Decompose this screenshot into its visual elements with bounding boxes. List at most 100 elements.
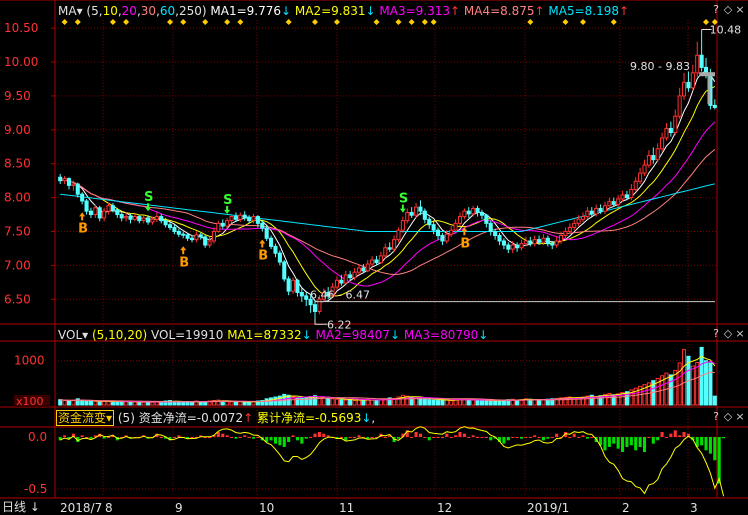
candle [668, 121, 673, 137]
chart-canvas[interactable]: 10.5010.009.509.008.508.007.507.006.5020… [0, 0, 748, 515]
period-label: 日线 [2, 500, 27, 514]
flow-bar [476, 437, 480, 438]
close-icon[interactable]: × [734, 409, 746, 425]
expand-icon[interactable]: ◇ [722, 409, 734, 425]
candle [348, 270, 353, 281]
vol-value: VOL=19910 [151, 328, 224, 342]
candle-body [242, 214, 247, 219]
range-low-label: 6.46 - 6.47 [310, 289, 370, 302]
volume-bar [537, 399, 542, 406]
candle [519, 239, 524, 251]
sell-signal-label: S [223, 193, 232, 208]
flow-indicator-selector[interactable]: 资金流变▾ [56, 410, 115, 426]
ma-indicator-selector[interactable]: MA▾ [58, 4, 83, 18]
candle-body [62, 178, 67, 182]
candle-body [457, 216, 463, 224]
candle-body [405, 212, 410, 222]
arrow-down-icon: ↓ [301, 328, 312, 342]
flow-bar [432, 437, 436, 438]
candle-body [84, 200, 89, 212]
candle-body [515, 244, 520, 249]
candle-body [334, 279, 340, 288]
candle [159, 213, 164, 224]
ma-param-5: 60 [159, 4, 176, 18]
vol-indicator-selector[interactable]: VOL▾ [58, 328, 88, 342]
help-icon[interactable]: ? [710, 2, 722, 18]
vol-params: (5,10,20) [92, 328, 148, 342]
flow-bar [229, 437, 234, 438]
signal-diamond-icon [333, 19, 340, 25]
candle-body [198, 234, 203, 238]
price-panel-icons: ? ◇ × [710, 2, 746, 18]
candle-body [449, 229, 454, 235]
candle [312, 300, 318, 319]
candle [427, 216, 432, 229]
volume-bar [356, 399, 361, 406]
candle [440, 232, 445, 246]
flow-bar [660, 432, 664, 437]
flow-bar [309, 437, 313, 438]
candle-body [291, 279, 296, 292]
candle [62, 175, 67, 185]
close-icon[interactable]: × [734, 326, 746, 342]
close-icon[interactable]: × [734, 2, 746, 18]
help-icon[interactable]: ? [710, 409, 722, 425]
candle-body [651, 155, 656, 161]
candle-body [695, 54, 700, 74]
flow-bar [700, 437, 704, 446]
candle-body [545, 237, 550, 245]
expand-icon[interactable]: ◇ [722, 2, 734, 18]
candle [400, 216, 405, 233]
candle [554, 236, 559, 248]
flow-net-value: 资金净流=-0.0072 [138, 411, 244, 425]
candle-body [431, 224, 436, 231]
flow-bar [247, 437, 251, 438]
candle-body [633, 180, 638, 190]
candle [475, 205, 480, 217]
candle-body [167, 224, 173, 228]
candle-body [115, 209, 120, 216]
ma-param-3: 20 [121, 4, 137, 18]
volume-bar [141, 401, 146, 406]
candle-body [225, 220, 230, 227]
flow-bar [370, 437, 374, 438]
candle [207, 236, 212, 248]
candle [172, 224, 177, 235]
arrow-up-icon: ↑ [243, 411, 254, 425]
candle [501, 238, 506, 250]
candle [642, 159, 647, 176]
flow-bar [585, 437, 589, 439]
expand-icon[interactable]: ◇ [722, 326, 734, 342]
candle-body [383, 247, 388, 257]
candle-body [488, 222, 493, 232]
candle [396, 227, 401, 243]
candle-body [352, 271, 357, 279]
candle-body [550, 243, 555, 246]
candle-body [176, 230, 181, 235]
volume-bar [431, 399, 436, 406]
candle-body [312, 304, 318, 312]
flow-header: 资金流变▾ (5) 资金净流=-0.0072↑ 累计净流=-0.5693↓, [56, 410, 376, 426]
volume-panel-icons: ? ◇ × [710, 326, 746, 342]
candle-body [141, 217, 146, 222]
help-icon[interactable]: ? [710, 326, 722, 342]
flow-bar [357, 435, 361, 437]
candle-body [88, 210, 93, 216]
candle [211, 227, 217, 244]
period-selector[interactable]: 日线 ↓ [2, 499, 40, 515]
volume-bar [541, 399, 546, 406]
buy-signal-label: B [258, 248, 268, 263]
buy-signal-label: B [460, 236, 470, 251]
flow-bar [287, 437, 291, 442]
flow-bar [528, 437, 532, 438]
stock-chart-window: 10.50 10.00 9.50 9.00 8.50 8.00 7.50 7.00 6.50 20… [0, 0, 748, 515]
flow-bar [348, 437, 352, 438]
dropdown-caret-icon: ▾ [82, 328, 89, 342]
flow-bar [251, 437, 256, 439]
buy-signal-label: B [78, 221, 88, 236]
ma-params-open: (5, [86, 4, 103, 18]
candle-body [660, 137, 665, 150]
ma3-value: MA3=9.313 [379, 4, 451, 18]
flow-bar [159, 437, 163, 438]
candle-body [75, 183, 80, 195]
